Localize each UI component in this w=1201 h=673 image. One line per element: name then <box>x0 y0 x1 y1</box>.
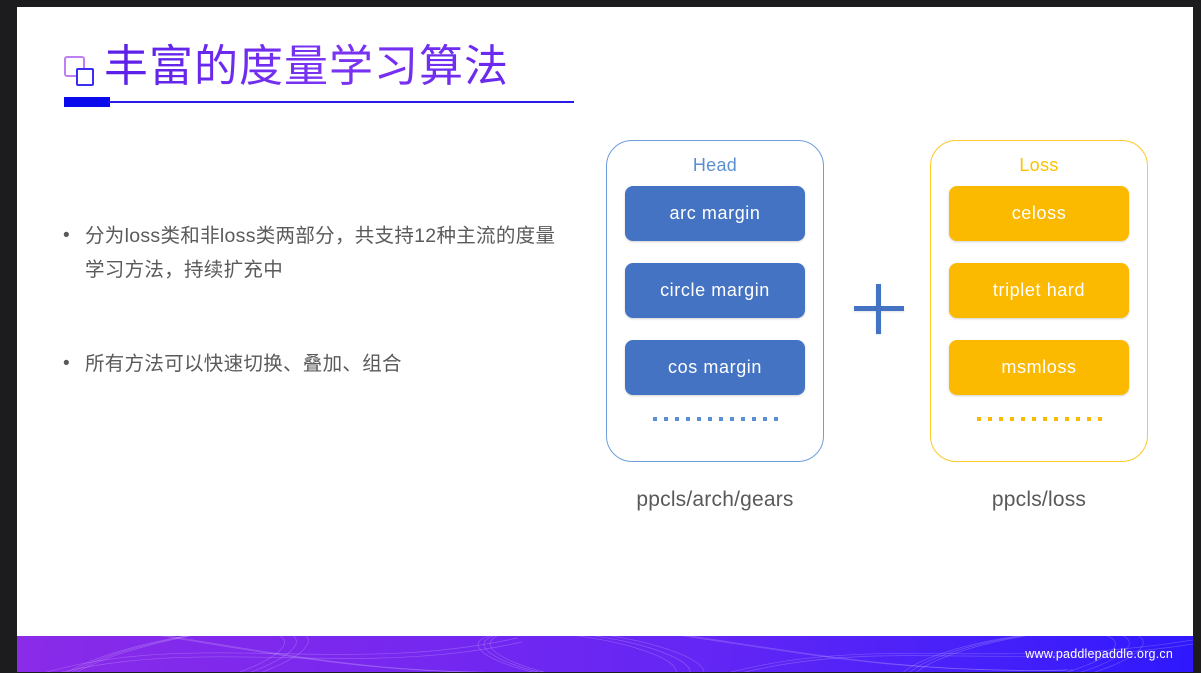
dot <box>1097 417 1102 421</box>
group-title-loss: Loss <box>1019 155 1059 175</box>
dot <box>740 417 745 421</box>
dot <box>1064 417 1069 421</box>
chip-stack-head: arc margin circle margin cos margin <box>607 186 823 395</box>
dot <box>1042 417 1047 421</box>
chip-stack-loss: celoss triplet hard msmloss <box>931 186 1147 395</box>
footer-url[interactable]: www.paddlepaddle.org.cn <box>1025 647 1173 661</box>
dot <box>987 417 992 421</box>
title-underline-block <box>64 97 110 107</box>
chip-arc-margin[interactable]: arc margin <box>625 186 805 241</box>
dot <box>707 417 712 421</box>
chip-triplet-hard[interactable]: triplet hard <box>949 263 1129 318</box>
page-title: 丰富的度量学习算法 <box>104 39 509 95</box>
caption-loss-path: ppcls/loss <box>991 488 1087 511</box>
dot <box>1053 417 1058 421</box>
architecture-diagram: Head arc margin circle margin cos margin <box>590 140 1170 540</box>
dot <box>976 417 981 421</box>
overlapping-squares-icon <box>62 55 96 89</box>
dot <box>773 417 778 421</box>
dot <box>674 417 679 421</box>
dot <box>1009 417 1014 421</box>
dot <box>998 417 1003 421</box>
chip-cos-margin[interactable]: cos margin <box>625 340 805 395</box>
plus-vertical-bar <box>876 284 881 334</box>
slide-title-row: 丰富的度量学习算法 <box>62 39 509 95</box>
icon-square-front <box>76 68 94 86</box>
list-item: • 分为loss类和非loss类两部分，共支持12种主流的度量学习方法，持续扩充… <box>63 219 573 287</box>
dot <box>685 417 690 421</box>
bullet-text: 所有方法可以快速切换、叠加、组合 <box>85 353 402 375</box>
dot <box>729 417 734 421</box>
plus-operator-icon <box>850 280 908 338</box>
dot <box>696 417 701 421</box>
title-underline <box>64 97 574 107</box>
dot <box>751 417 756 421</box>
bullet-text: 分为loss类和非loss类两部分，共支持12种主流的度量学习方法，持续扩充中 <box>85 225 556 281</box>
ellipsis-dots-loss <box>931 417 1147 421</box>
list-item: • 所有方法可以快速切换、叠加、组合 <box>63 347 573 381</box>
footer-swirl-decoration <box>46 636 1193 672</box>
diagram-group-head: Head arc margin circle margin cos margin <box>606 140 824 462</box>
dot <box>1031 417 1036 421</box>
dot <box>663 417 668 421</box>
chip-celoss[interactable]: celoss <box>949 186 1129 241</box>
title-underline-line <box>108 101 574 103</box>
group-title-head: Head <box>692 155 738 175</box>
window-frame: 丰富的度量学习算法 • 分为loss类和非loss类两部分，共支持12种主流的度… <box>0 0 1201 673</box>
dot <box>1020 417 1025 421</box>
dot <box>1086 417 1091 421</box>
slide-footer: www.paddlepaddle.org.cn <box>17 636 1193 672</box>
bullet-marker: • <box>63 353 70 374</box>
dot <box>652 417 657 421</box>
dot <box>1075 417 1080 421</box>
bullet-list: • 分为loss类和非loss类两部分，共支持12种主流的度量学习方法，持续扩充… <box>63 219 573 381</box>
ellipsis-dots-head <box>607 417 823 421</box>
caption-head-path: ppcls/arch/gears <box>636 488 794 511</box>
chip-circle-margin[interactable]: circle margin <box>625 263 805 318</box>
diagram-group-loss: Loss celoss triplet hard msmloss <box>930 140 1148 462</box>
chip-msmloss[interactable]: msmloss <box>949 340 1129 395</box>
slide-canvas: 丰富的度量学习算法 • 分为loss类和非loss类两部分，共支持12种主流的度… <box>17 7 1193 672</box>
bullet-marker: • <box>63 225 70 246</box>
dot <box>762 417 767 421</box>
dot <box>718 417 723 421</box>
